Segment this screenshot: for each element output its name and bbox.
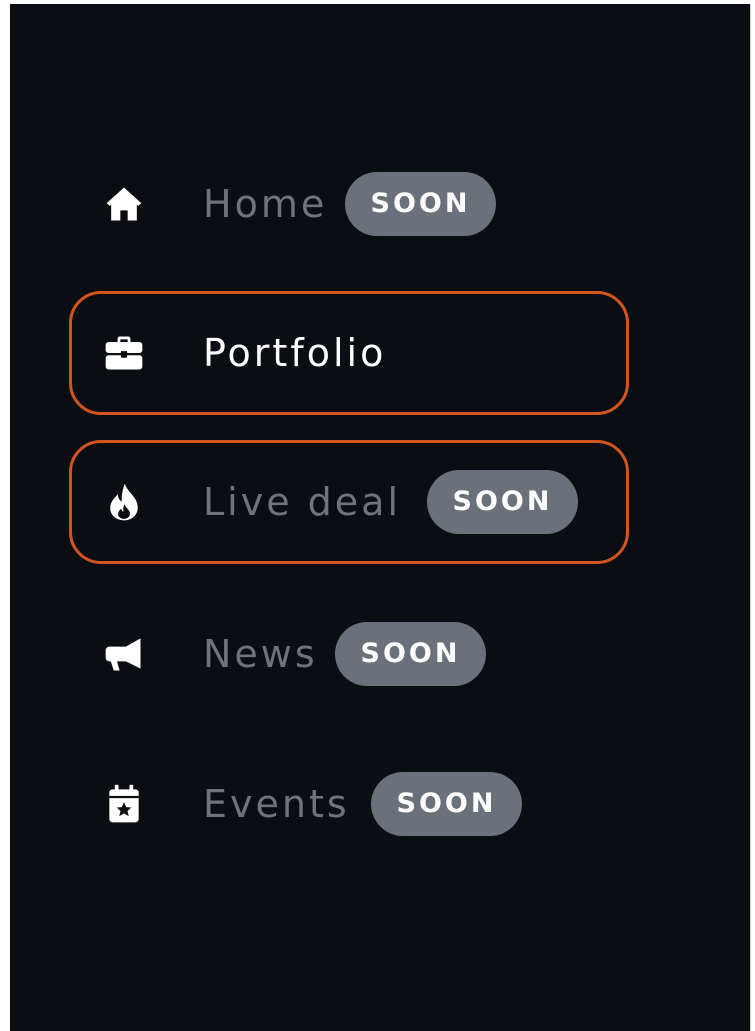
sidebar-item-home[interactable]: Home SOON	[69, 142, 629, 266]
sidebar-item-label: News	[203, 632, 318, 676]
soon-badge: SOON	[345, 172, 496, 236]
sidebar-item-events[interactable]: Events SOON	[69, 742, 629, 866]
calendar-star-icon	[109, 784, 139, 823]
sidebar-item-label: Events	[203, 782, 350, 826]
home-icon	[106, 187, 142, 221]
sidebar-item-live-deal[interactable]: Live deal SOON	[69, 440, 629, 564]
briefcase-icon	[105, 336, 143, 370]
soon-badge: SOON	[335, 622, 486, 686]
sidebar-item-news[interactable]: News SOON	[69, 592, 629, 716]
sidebar-item-label: Portfolio	[203, 331, 387, 375]
soon-badge: SOON	[371, 772, 522, 836]
megaphone-icon	[105, 638, 141, 671]
sidebar-item-label: Home	[203, 182, 328, 226]
fire-icon	[110, 483, 138, 521]
sidebar-item-portfolio[interactable]: Portfolio	[69, 291, 629, 415]
sidebar-item-label: Live deal	[203, 480, 402, 524]
sidebar: Home SOON Portfolio Live deal SOON News …	[10, 4, 751, 1031]
soon-badge: SOON	[427, 470, 578, 534]
